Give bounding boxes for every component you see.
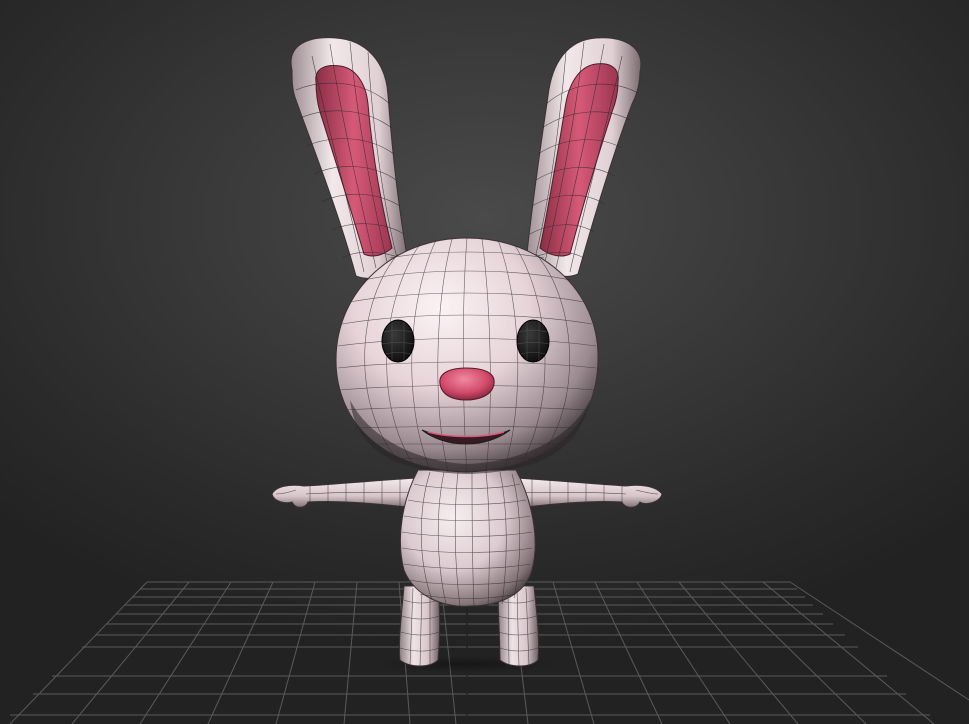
3d-viewport[interactable] — [0, 0, 969, 724]
body[interactable] — [399, 469, 536, 607]
nose — [439, 367, 495, 401]
left-arm[interactable] — [271, 477, 419, 509]
right-ear[interactable] — [525, 37, 642, 277]
right-arm[interactable] — [513, 477, 663, 509]
left-eye — [381, 319, 415, 363]
rabbit-model[interactable] — [271, 37, 663, 668]
viewport-scene — [9, 37, 969, 724]
right-eye — [516, 319, 550, 363]
head[interactable] — [335, 237, 599, 474]
left-ear[interactable] — [290, 37, 409, 279]
